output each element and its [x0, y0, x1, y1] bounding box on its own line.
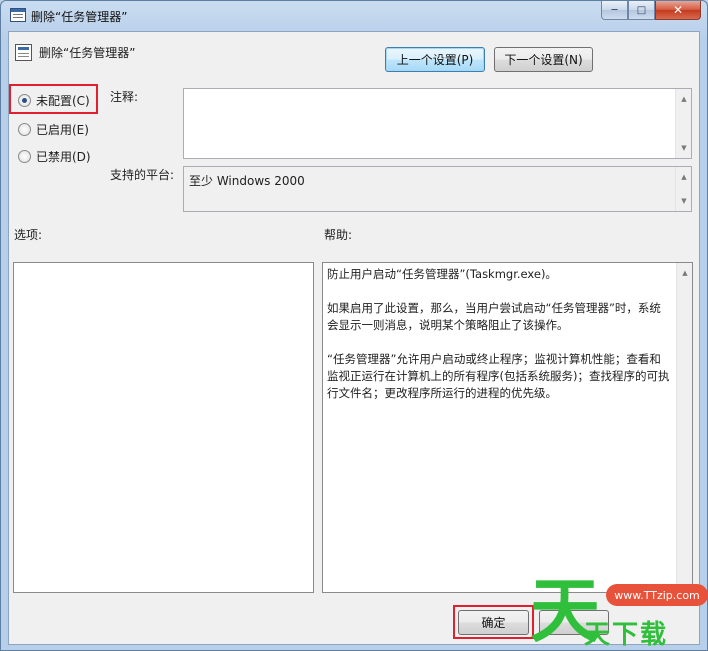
help-scrollbar[interactable]: ▲	[676, 263, 692, 592]
window-controls: ─ □ ✕	[601, 1, 701, 20]
radio-enabled[interactable]: 已启用(E)	[18, 121, 89, 138]
radio-not-configured[interactable]: 未配置(C)	[18, 92, 90, 109]
dialog-content: 删除“任务管理器” 上一个设置(P) 下一个设置(N) 未配置(C) 已启用(E…	[8, 31, 700, 645]
close-button[interactable]: ✕	[655, 1, 701, 20]
radio-label: 已启用(E)	[36, 123, 89, 137]
comment-label: 注释:	[110, 90, 139, 104]
next-setting-button[interactable]: 下一个设置(N)	[494, 47, 593, 72]
platform-label: 支持的平台:	[110, 168, 175, 182]
scroll-down-arrow-icon[interactable]: ▼	[676, 193, 692, 209]
help-label: 帮助:	[324, 228, 353, 242]
previous-setting-button[interactable]: 上一个设置(P)	[385, 47, 485, 72]
help-pane: 防止用户启动“任务管理器”(Taskmgr.exe)。 如果启用了此设置，那么，…	[322, 262, 693, 593]
scroll-up-arrow-icon[interactable]: ▲	[676, 169, 692, 185]
help-paragraph: 防止用户启动“任务管理器”(Taskmgr.exe)。	[327, 267, 557, 281]
radio-label: 未配置(C)	[36, 94, 90, 108]
policy-setting-icon	[15, 44, 32, 61]
platform-value: 至少 Windows 2000	[189, 174, 305, 188]
minimize-button[interactable]: ─	[601, 1, 628, 20]
policy-name: 删除“任务管理器”	[39, 46, 136, 60]
radio-button[interactable]	[18, 123, 31, 136]
window-title: 删除“任务管理器”	[31, 10, 128, 24]
platform-field: 至少 Windows 2000 ▲ ▼	[183, 166, 692, 212]
watermark-logo: 天 www.TTzip.com 天下载	[530, 572, 708, 651]
options-label: 选项:	[14, 228, 43, 242]
comment-textarea[interactable]: ▲ ▼	[183, 88, 692, 159]
watermark-text: 天下载	[584, 620, 669, 650]
radio-label: 已禁用(D)	[36, 150, 91, 164]
ok-button[interactable]: 确定	[458, 610, 529, 635]
maximize-button[interactable]: □	[628, 1, 655, 20]
dialog-window: 删除“任务管理器” ─ □ ✕ 删除“任务管理器” 上一个设置(P) 下一个设置…	[0, 0, 708, 651]
radio-button[interactable]	[18, 150, 31, 163]
help-paragraph: 如果启用了此设置，那么，当用户尝试启动“任务管理器”时，系统会显示一则消息，说明…	[327, 301, 661, 332]
scroll-down-arrow-icon[interactable]: ▼	[676, 140, 692, 156]
help-text: 防止用户启动“任务管理器”(Taskmgr.exe)。 如果启用了此设置，那么，…	[327, 266, 672, 419]
help-paragraph: “任务管理器”允许用户启动或终止程序；监视计算机性能；查看和监视正运行在计算机上…	[327, 352, 670, 400]
radio-disabled[interactable]: 已禁用(D)	[18, 148, 91, 165]
comment-scrollbar[interactable]: ▲ ▼	[675, 89, 691, 158]
platform-scrollbar[interactable]: ▲ ▼	[675, 167, 691, 211]
scroll-up-arrow-icon[interactable]: ▲	[676, 91, 692, 107]
options-pane	[13, 262, 314, 593]
scroll-up-arrow-icon[interactable]: ▲	[677, 265, 693, 281]
watermark-url: www.TTzip.com	[606, 584, 708, 606]
radio-button[interactable]	[18, 94, 31, 107]
policy-window-icon	[10, 8, 26, 22]
title-bar[interactable]: 删除“任务管理器” ─ □ ✕	[1, 1, 707, 31]
